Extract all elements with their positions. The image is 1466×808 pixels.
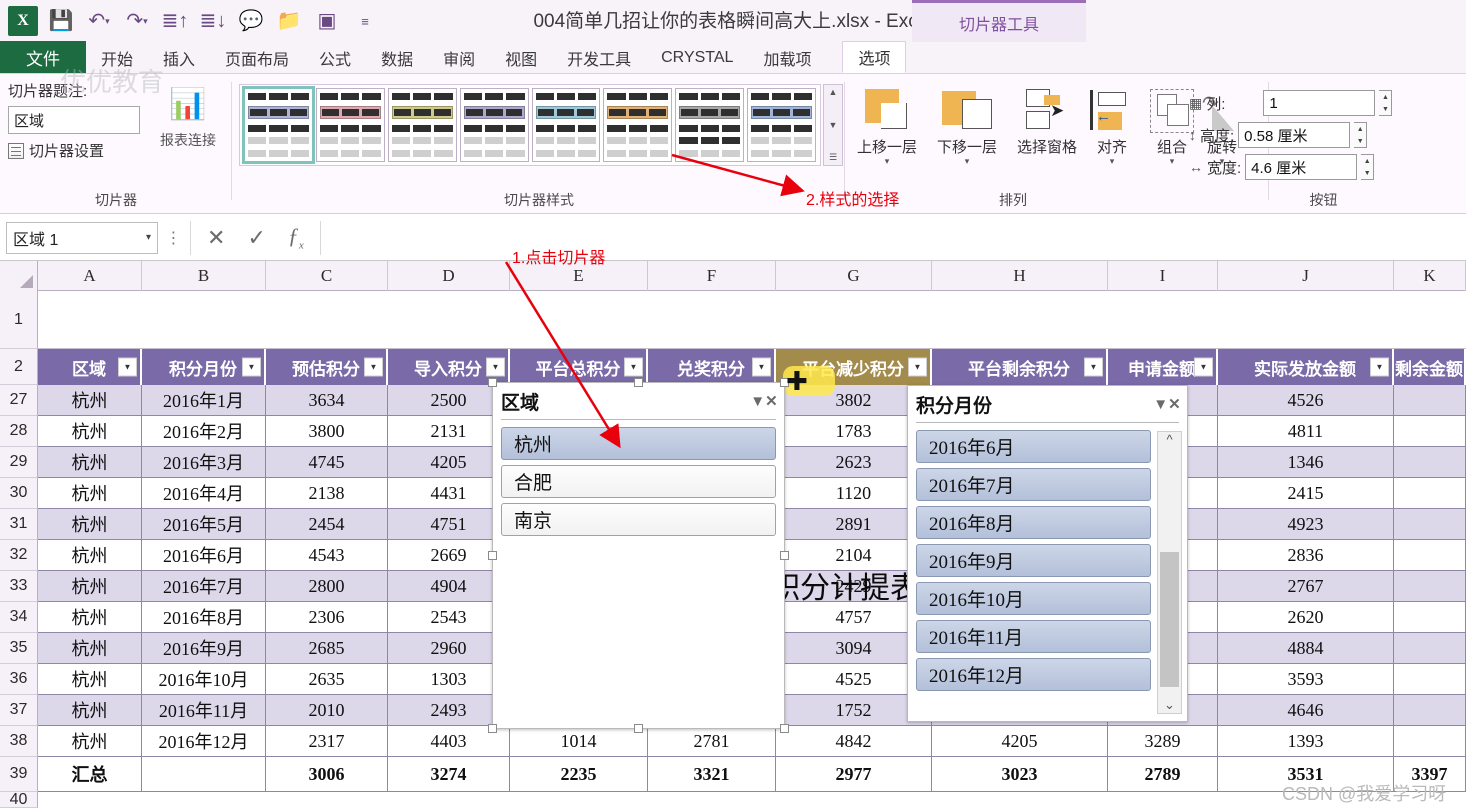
move-cursor-icon: ✚ (786, 366, 808, 396)
annotation-arrows (504, 153, 805, 449)
